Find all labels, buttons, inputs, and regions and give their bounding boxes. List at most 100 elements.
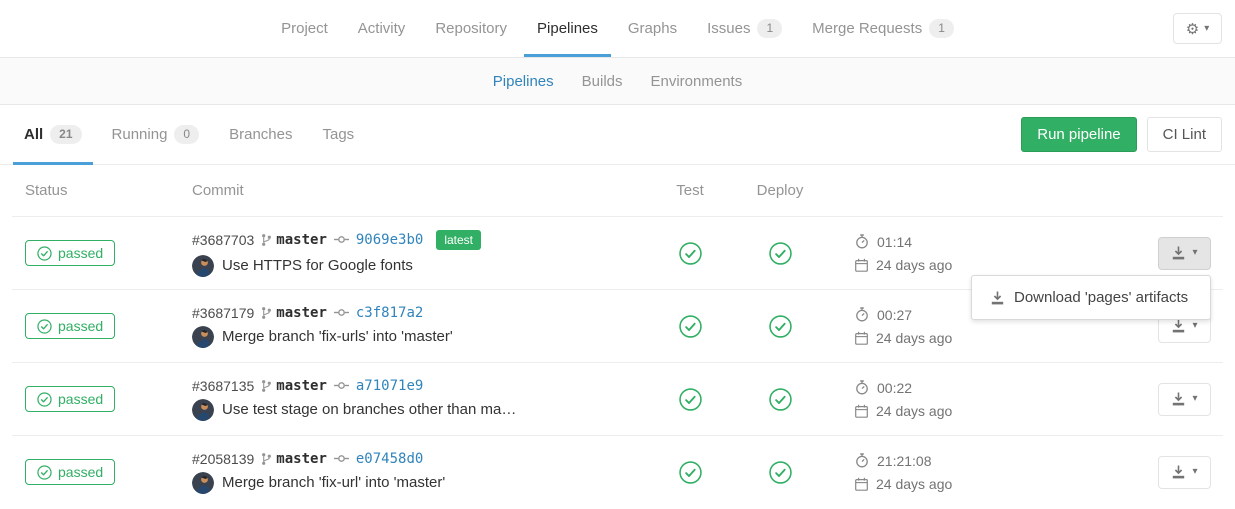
status-label: passed — [58, 245, 103, 261]
calendar-icon — [855, 331, 868, 345]
nav-item-label: Merge Requests — [812, 20, 922, 37]
age-label: 24 days ago — [876, 476, 952, 492]
commit-sha-link[interactable]: a71071e9 — [356, 378, 423, 394]
nav-item-merge-requests[interactable]: Merge Requests 1 — [797, 0, 969, 57]
branch-link[interactable]: master — [276, 378, 327, 394]
download-icon — [1171, 246, 1186, 260]
stopwatch-icon — [855, 307, 869, 322]
test-status-cell[interactable] — [645, 461, 735, 484]
artifacts-dropdown-button[interactable]: ▾ — [1158, 237, 1211, 270]
nav-item-label: Activity — [358, 20, 406, 37]
status-badge[interactable]: passed — [25, 459, 115, 485]
deploy-status-cell[interactable] — [735, 388, 825, 411]
deploy-status-cell[interactable] — [735, 242, 825, 265]
avatar — [192, 326, 214, 348]
download-icon — [1171, 465, 1186, 479]
status-badge[interactable]: passed — [25, 313, 115, 339]
chevron-down-icon: ▾ — [1192, 394, 1197, 404]
run-pipeline-button[interactable]: Run pipeline — [1021, 117, 1136, 152]
commit-message-link[interactable]: Merge branch 'fix-urls' into 'master' — [222, 328, 453, 345]
nav-item-repository[interactable]: Repository — [420, 0, 522, 57]
header-deploy: Deploy — [735, 182, 825, 199]
commit-message-link[interactable]: Use test stage on branches other than ma… — [222, 401, 516, 418]
stopwatch-icon — [855, 234, 869, 249]
header-commit: Commit — [192, 182, 645, 199]
chevron-down-icon: ▾ — [1192, 321, 1197, 331]
commit-cell: #3687179 master c3f817a2 Merge branch 'f… — [192, 305, 645, 348]
filter-tab-tags[interactable]: Tags — [311, 105, 365, 164]
artifacts-dropdown-button[interactable]: ▾ — [1158, 456, 1211, 489]
branch-icon — [261, 379, 272, 393]
stopwatch-icon — [855, 380, 869, 395]
nav-item-issues[interactable]: Issues1 — [692, 0, 797, 57]
subnav-item-environments[interactable]: Environments — [637, 73, 757, 90]
duration-label: 21:21:08 — [877, 453, 932, 469]
commit-sha-link[interactable]: e07458d0 — [356, 451, 423, 467]
status-badge[interactable]: passed — [25, 240, 115, 266]
nav-item-label: Issues — [707, 20, 750, 37]
ci-lint-button[interactable]: CI Lint — [1147, 117, 1222, 152]
status-cell: passed — [12, 459, 192, 485]
merge-requests-count-badge: 1 — [929, 19, 954, 37]
nav-item-label: Project — [281, 20, 328, 37]
actions-cell: ▾ — [1040, 363, 1223, 435]
status-cell: passed — [12, 386, 192, 412]
branch-icon — [261, 233, 272, 247]
branch-link[interactable]: master — [276, 232, 327, 248]
commit-sha-link[interactable]: 9069e3b0 — [356, 232, 423, 248]
branch-link[interactable]: master — [276, 451, 327, 467]
subnav-item-builds[interactable]: Builds — [568, 73, 637, 90]
nav-item-pipelines[interactable]: Pipelines — [522, 0, 613, 57]
commit-sha-link[interactable]: c3f817a2 — [356, 305, 423, 321]
check-circle-icon — [37, 246, 52, 261]
filter-tab-running[interactable]: Running 0 — [101, 105, 211, 164]
commit-message-link[interactable]: Merge branch 'fix-url' into 'master' — [222, 474, 445, 491]
filter-tab-all[interactable]: All 21 — [13, 105, 93, 164]
nav-item-activity[interactable]: Activity — [343, 0, 421, 57]
filter-actions: Run pipeline CI Lint — [1021, 105, 1222, 164]
commit-cell: #3687703 master 9069e3b0 latest Use HTTP… — [192, 230, 645, 277]
test-status-cell[interactable] — [645, 242, 735, 265]
nav-item-label: Pipelines — [537, 20, 598, 37]
check-circle-icon — [37, 392, 52, 407]
chevron-down-icon: ▾ — [1192, 467, 1197, 477]
status-label: passed — [58, 391, 103, 407]
nav-item-graphs[interactable]: Graphs — [613, 0, 692, 57]
table-row: passed #3687703 master 9069e3b0 latest U… — [12, 216, 1223, 289]
artifacts-dropdown-button[interactable]: ▾ — [1158, 383, 1211, 416]
age-label: 24 days ago — [876, 403, 952, 419]
pipeline-id-link[interactable]: #2058139 — [192, 451, 254, 467]
pipeline-id-link[interactable]: #3687135 — [192, 378, 254, 394]
project-settings-button[interactable]: ⚙ ▾ — [1173, 13, 1222, 44]
deploy-status-cell[interactable] — [735, 315, 825, 338]
branch-link[interactable]: master — [276, 305, 327, 321]
pipelines-filter-bar: All 21 Running 0 Branches Tags Run pipel… — [0, 105, 1235, 165]
pipeline-id-link[interactable]: #3687703 — [192, 232, 254, 248]
check-circle-icon — [37, 319, 52, 334]
filter-tab-branches[interactable]: Branches — [218, 105, 303, 164]
download-icon — [1171, 319, 1186, 333]
branch-icon — [261, 452, 272, 466]
actions-cell: ▾ — [1040, 436, 1223, 508]
test-passed-icon — [679, 461, 702, 484]
test-status-cell[interactable] — [645, 315, 735, 338]
deploy-status-cell[interactable] — [735, 461, 825, 484]
stopwatch-icon — [855, 453, 869, 468]
calendar-icon — [855, 477, 868, 491]
avatar — [192, 399, 214, 421]
nav-item-project[interactable]: Project — [266, 0, 343, 57]
deploy-passed-icon — [769, 315, 792, 338]
commit-message-link[interactable]: Use HTTPS for Google fonts — [222, 257, 413, 274]
status-label: passed — [58, 318, 103, 334]
filter-tab-label: Branches — [229, 126, 292, 143]
filter-tab-label: All — [24, 126, 43, 143]
subnav-item-pipelines[interactable]: Pipelines — [479, 73, 568, 90]
status-badge[interactable]: passed — [25, 386, 115, 412]
table-header-row: Status Commit Test Deploy — [12, 165, 1223, 216]
test-status-cell[interactable] — [645, 388, 735, 411]
download-artifacts-menu-item[interactable]: Download 'pages' artifacts — [972, 285, 1210, 310]
table-row: passed #2058139 master e07458d0 Merge br… — [12, 435, 1223, 508]
calendar-icon — [855, 404, 868, 418]
pipeline-id-link[interactable]: #3687179 — [192, 305, 254, 321]
time-cell: 01:14 24 days ago — [825, 234, 1040, 273]
